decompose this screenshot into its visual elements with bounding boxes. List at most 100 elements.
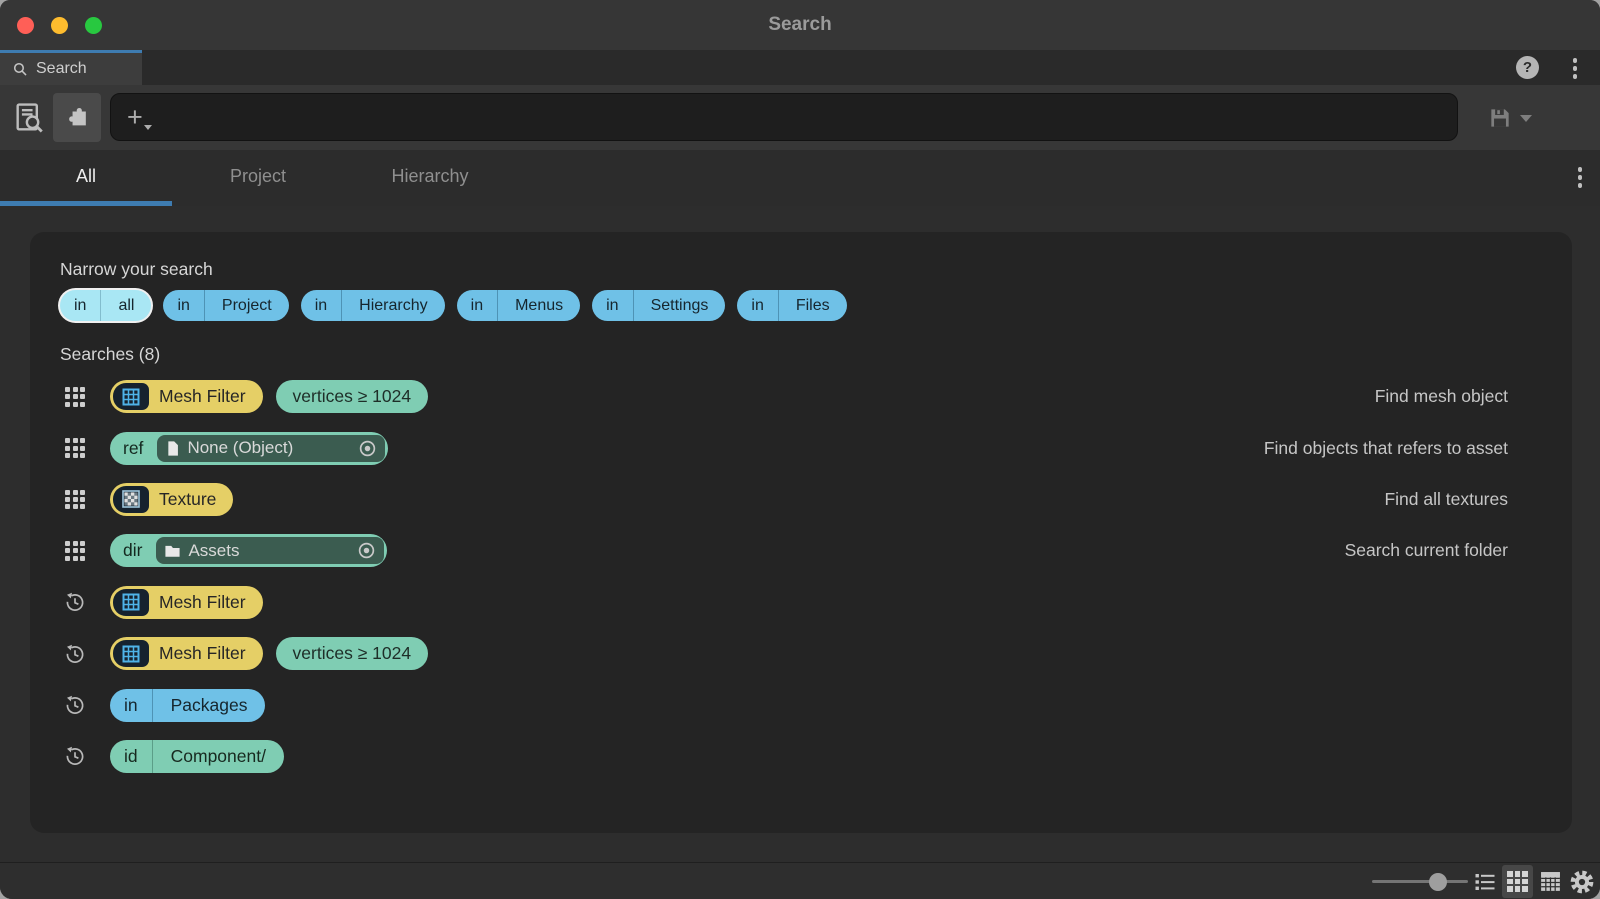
report-search-icon	[12, 101, 46, 135]
recent-search-row[interactable]: Mesh Filter vertices ≥ 1024	[30, 628, 1572, 679]
filter-pill[interactable]: vertices ≥ 1024	[276, 380, 429, 413]
narrow-pill-all[interactable]: in all	[60, 290, 151, 321]
table-view-button[interactable]	[1535, 865, 1566, 898]
grid-icon	[64, 541, 86, 561]
search-row-texture[interactable]: Texture Find all textures	[30, 474, 1572, 525]
pill-key: in	[592, 290, 632, 321]
narrow-search-heading: Narrow your search	[60, 258, 1572, 280]
narrow-pill-menus[interactable]: in Menus	[457, 290, 580, 321]
pill-key: dir	[123, 540, 142, 561]
component-pill[interactable]: Mesh Filter	[110, 380, 263, 413]
slider-thumb[interactable]	[1429, 873, 1447, 891]
add-filter-button[interactable]: +	[127, 104, 143, 131]
pill-value: all	[100, 290, 151, 321]
pill-label: Mesh Filter	[159, 592, 246, 613]
pill-key: in	[163, 290, 203, 321]
save-dropdown-button[interactable]	[1520, 115, 1532, 122]
mesh-filter-icon	[113, 640, 149, 667]
search-input[interactable]: +	[110, 93, 1458, 141]
grid-icon	[64, 387, 86, 407]
save-search-button[interactable]	[1487, 105, 1513, 131]
content-area: Narrow your search in all in Project in …	[0, 206, 1600, 862]
slider-track[interactable]	[1372, 880, 1468, 883]
pill-label: Mesh Filter	[159, 643, 246, 664]
history-icon	[64, 694, 86, 716]
folder-field[interactable]: Assets	[156, 537, 384, 564]
pill-value: Packages	[152, 689, 266, 722]
object-field[interactable]: None (Object)	[157, 435, 385, 462]
saved-search-report-button[interactable]	[8, 93, 50, 142]
pill-value: Files	[778, 290, 847, 321]
search-row-ref[interactable]: ref None (Object)	[30, 422, 1572, 473]
grid-view-icon	[1507, 871, 1528, 892]
pill-label: vertices ≥ 1024	[293, 643, 412, 664]
search-description: Search current folder	[1345, 540, 1508, 561]
help-button[interactable]: ?	[1516, 56, 1539, 79]
texture-icon	[113, 486, 149, 513]
toolbar: + i	[0, 85, 1600, 150]
tab-hierarchy[interactable]: Hierarchy	[344, 150, 516, 206]
searches-heading: Searches (8)	[60, 343, 1572, 365]
window-menu-button[interactable]	[1573, 58, 1578, 79]
tab-project[interactable]: Project	[172, 150, 344, 206]
recent-search-row[interactable]: in Packages	[30, 679, 1572, 730]
recent-search-row[interactable]: id Component/	[30, 731, 1572, 782]
list-view-icon	[1473, 870, 1497, 894]
settings-button[interactable]	[1566, 865, 1597, 898]
table-view-icon	[1538, 869, 1563, 894]
history-icon	[64, 643, 86, 665]
folder-value: Assets	[188, 541, 350, 561]
doc-tabstrip: Search ?	[0, 50, 1600, 85]
search-row-dir[interactable]: dir Assets	[30, 525, 1572, 576]
narrow-pill-files[interactable]: in Files	[737, 290, 846, 321]
gear-icon	[1569, 869, 1595, 895]
item-size-slider[interactable]	[1372, 863, 1468, 899]
file-icon	[165, 440, 180, 457]
tab-all[interactable]: All	[0, 150, 172, 206]
dir-pill[interactable]: dir Assets	[110, 534, 387, 567]
pill-key: in	[110, 689, 152, 722]
pill-key: in	[457, 290, 497, 321]
folder-icon	[164, 543, 181, 558]
search-row-mesh-vertices[interactable]: Mesh Filter vertices ≥ 1024 Find mesh ob…	[30, 371, 1572, 422]
pill-key: ref	[123, 438, 143, 459]
plus-icon: +	[127, 102, 143, 132]
pill-value: Settings	[633, 290, 726, 321]
pill-value: Hierarchy	[341, 290, 444, 321]
result-tabbar: All Project Hierarchy	[0, 150, 1600, 206]
area-pill[interactable]: in Packages	[110, 689, 265, 722]
component-pill[interactable]: Mesh Filter	[110, 586, 263, 619]
narrow-pill-settings[interactable]: in Settings	[592, 290, 725, 321]
id-pill[interactable]: id Component/	[110, 740, 284, 773]
chevron-down-icon	[144, 125, 152, 130]
ref-pill[interactable]: ref None (Object)	[110, 432, 388, 465]
pill-key: in	[60, 290, 100, 321]
recent-search-row[interactable]: Mesh Filter	[30, 577, 1572, 628]
history-icon	[64, 591, 86, 613]
component-pill[interactable]: Texture	[110, 483, 233, 516]
statusbar	[0, 862, 1600, 899]
titlebar: Search	[0, 0, 1600, 50]
filter-pill[interactable]: vertices ≥ 1024	[276, 637, 429, 670]
list-view-button[interactable]	[1469, 865, 1500, 898]
pill-value: Component/	[152, 740, 284, 773]
pill-value: Menus	[497, 290, 580, 321]
narrow-pill-project[interactable]: in Project	[163, 290, 288, 321]
search-window: Search Search ?	[0, 0, 1600, 899]
tab-search[interactable]: Search	[0, 50, 142, 85]
search-description: Find all textures	[1384, 489, 1508, 510]
grid-icon	[64, 438, 86, 458]
object-picker-icon[interactable]	[358, 439, 377, 458]
mesh-filter-icon	[113, 383, 149, 410]
narrow-pill-hierarchy[interactable]: in Hierarchy	[301, 290, 445, 321]
pill-key: in	[301, 290, 341, 321]
inspector-toggle-button[interactable]	[53, 93, 101, 142]
tab-options-button[interactable]	[1578, 167, 1583, 188]
grid-view-button[interactable]	[1502, 865, 1533, 898]
search-description: Find objects that refers to asset	[1264, 438, 1508, 459]
history-icon	[64, 745, 86, 767]
object-picker-icon[interactable]	[357, 541, 376, 560]
narrow-pill-row: in all in Project in Hierarchy in Menus …	[60, 290, 1572, 321]
window-title: Search	[0, 0, 1600, 50]
component-pill[interactable]: Mesh Filter	[110, 637, 263, 670]
